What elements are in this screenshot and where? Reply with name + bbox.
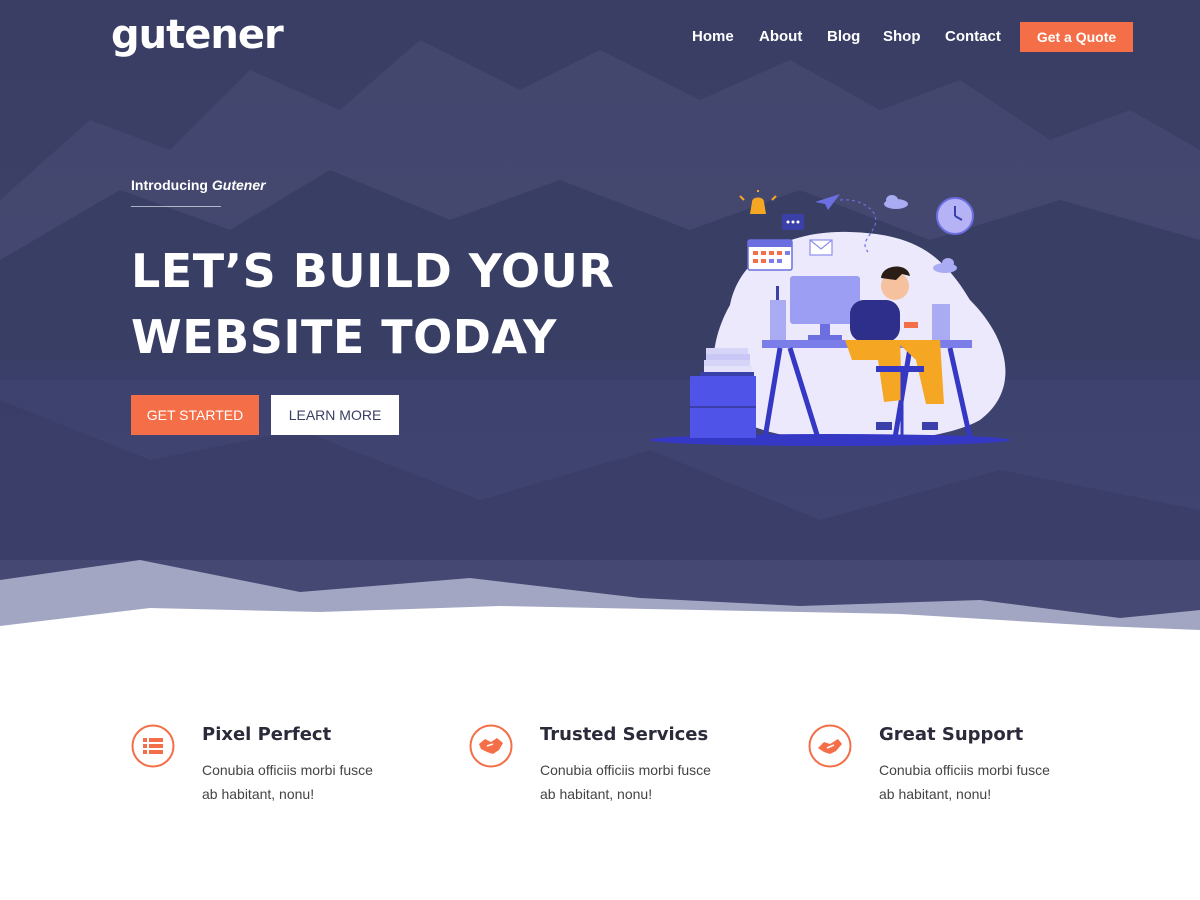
feature-title: Great Support xyxy=(879,724,1024,745)
nav-home[interactable]: Home xyxy=(692,28,734,45)
site-logo[interactable]: gutener xyxy=(111,12,284,58)
feature-description: Conubia officiis morbi fusce ab habitant,… xyxy=(879,758,1089,806)
feature-desc-line: ab habitant, nonu! xyxy=(202,786,315,802)
handshake-icon xyxy=(469,724,513,768)
intro-divider xyxy=(131,206,221,207)
feature-desc-line: ab habitant, nonu! xyxy=(540,786,653,802)
envelope-icon xyxy=(809,239,833,256)
intro-label: Introducing Gutener xyxy=(131,177,266,193)
feature-desc-line: Conubia officiis morbi fusce xyxy=(540,762,711,778)
clock-icon xyxy=(936,197,974,235)
feature-great-support: Great Support Conubia officiis morbi fus… xyxy=(808,724,1108,814)
hero-section: gutener Home About Blog Shop Contact Get… xyxy=(0,0,1200,640)
get-started-button[interactable]: GET STARTED xyxy=(131,395,259,435)
filing-cabinet xyxy=(690,348,756,438)
feature-description: Conubia officiis morbi fusce ab habitant,… xyxy=(540,758,750,806)
nav-about[interactable]: About xyxy=(759,28,802,45)
headline-line-1: LET’S BUILD YOUR xyxy=(131,244,615,298)
desk-speaker xyxy=(932,304,950,340)
hero-illustration xyxy=(650,190,1010,446)
nav-contact[interactable]: Contact xyxy=(945,28,1001,45)
learn-more-button[interactable]: LEARN MORE xyxy=(271,395,399,435)
hero-wave-divider xyxy=(0,560,1200,640)
calendar-icon xyxy=(747,239,793,271)
handshake-icon xyxy=(808,724,852,768)
get-a-quote-button[interactable]: Get a Quote xyxy=(1020,22,1133,52)
nav-shop[interactable]: Shop xyxy=(883,28,921,45)
feature-title: Pixel Perfect xyxy=(202,724,332,745)
chat-bubble-icon xyxy=(782,214,804,230)
feature-description: Conubia officiis morbi fusce ab habitant,… xyxy=(202,758,412,806)
feature-desc-line: ab habitant, nonu! xyxy=(879,786,992,802)
intro-prefix: Introducing xyxy=(131,177,208,193)
feature-trusted-services: Trusted Services Conubia officiis morbi … xyxy=(469,724,769,814)
feature-title: Trusted Services xyxy=(540,724,709,745)
list-icon xyxy=(131,724,175,768)
hero-headline: LET’S BUILD YOUR WEBSITE TODAY xyxy=(131,238,651,370)
feature-desc-line: Conubia officiis morbi fusce xyxy=(202,762,373,778)
bell-icon xyxy=(739,190,777,214)
nav-blog[interactable]: Blog xyxy=(827,28,860,45)
headline-line-2: WEBSITE TODAY xyxy=(131,310,557,364)
intro-brand: Gutener xyxy=(211,177,266,193)
feature-pixel-perfect: Pixel Perfect Conubia officiis morbi fus… xyxy=(131,724,431,814)
feature-desc-line: Conubia officiis morbi fusce xyxy=(879,762,1050,778)
